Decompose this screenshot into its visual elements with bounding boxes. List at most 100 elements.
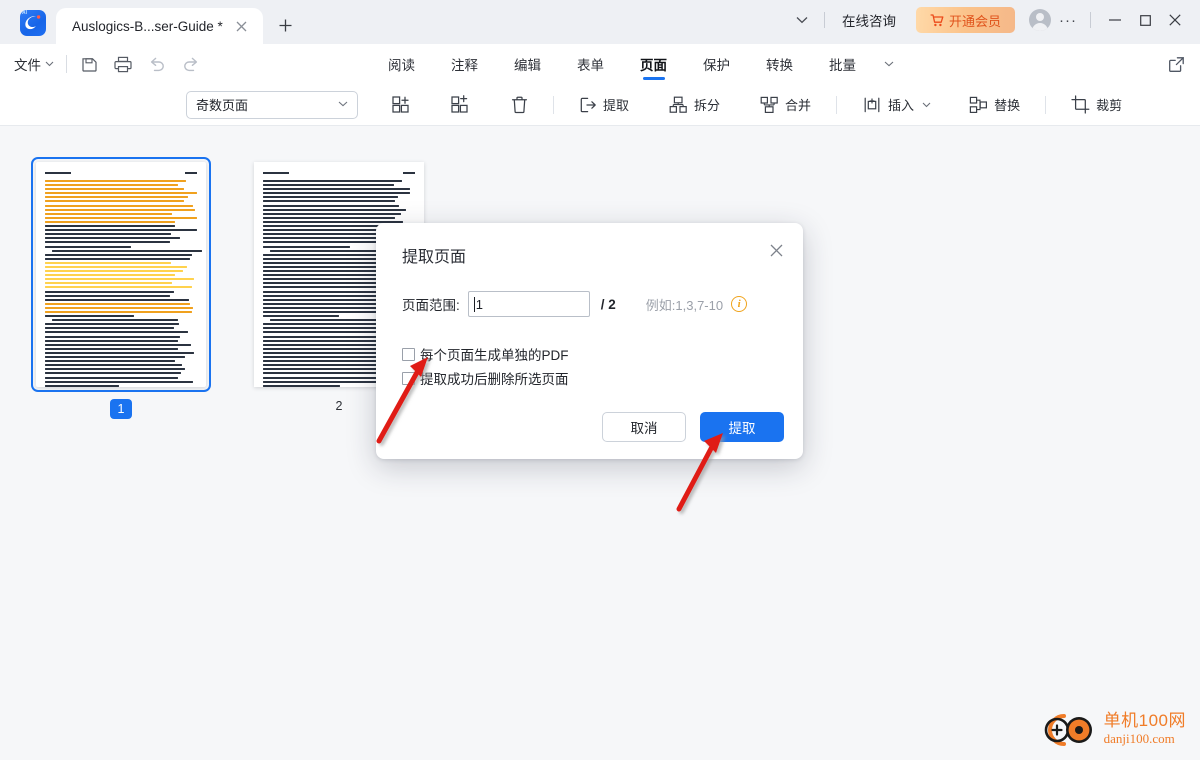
save-icon[interactable] [79,54,99,74]
chevron-down-icon[interactable] [874,44,904,84]
watermark-en: danji100.com [1103,731,1175,746]
trash-icon [511,96,528,114]
app-logo-icon: AI [20,10,46,36]
tab-strip: Auslogics-B...ser-Guide * [56,0,301,44]
ribbon-tab-5[interactable]: 保护 [685,44,748,84]
window-maximize-button[interactable] [1130,8,1160,32]
online-consult-link[interactable]: 在线咨询 [834,10,904,30]
ribbon-tab-label: 页面 [640,58,667,73]
ribbon-tab-7[interactable]: 批量 [811,44,874,84]
upgrade-vip-button[interactable]: 开通会员 [915,7,1015,33]
divider [1090,12,1091,28]
title-bar-right-controls: 在线咨询 开通会员 ··· [789,0,1200,44]
insert-button[interactable]: 插入 [853,90,940,120]
ellipsis-icon[interactable]: ··· [1055,9,1081,31]
ribbon-tab-label: 表单 [577,58,604,73]
page-content-preview [45,172,202,387]
chevron-down-icon [922,102,931,107]
page-thumbnail-image-1[interactable] [31,157,211,392]
divider [1045,95,1047,114]
split-button[interactable]: 拆分 [660,90,729,120]
insert-button-label: 插入 [888,98,915,113]
page-range-input[interactable]: 1 [467,291,590,317]
ribbon-tab-6[interactable]: 转换 [748,44,811,84]
file-menu-button[interactable]: 文件 [14,54,54,74]
page-number-label-1: 1 [36,399,206,419]
page-number-badge: 1 [110,399,132,419]
ribbon-tab-label: 保护 [703,58,730,73]
delete-after-checkbox-row[interactable]: 提取成功后删除所选页面 [402,368,569,388]
close-icon[interactable] [763,237,789,263]
chevron-down-icon[interactable] [789,7,815,33]
delete-page-button[interactable] [502,90,537,120]
file-menu-label: 文件 [14,58,41,73]
page-tools-toolbar: 奇数页面 提取 拆分 合并 插入 替换 裁剪 [0,84,1200,126]
extract-icon [579,96,597,114]
close-icon[interactable] [231,15,253,37]
logo-swoosh-icon [25,15,41,30]
cart-icon [930,13,944,26]
print-icon[interactable] [113,54,133,74]
insert-page-left-button[interactable] [382,90,419,120]
ribbon-bar: 文件 阅读 注释 编辑 表单 页面 保护 转换 批量 [0,44,1200,84]
page-range-label: 页面范围: [402,298,460,313]
extract-button[interactable]: 提取 [570,90,638,120]
chevron-down-icon [338,99,348,110]
separate-pdf-checkbox[interactable] [402,347,415,361]
avatar[interactable] [1029,9,1051,31]
divider [823,12,825,28]
undo-icon[interactable] [147,54,167,74]
page-filter-value: 奇数页面 [196,98,249,113]
divider [66,55,67,73]
merge-button[interactable]: 合并 [751,90,820,120]
ribbon-tab-label: 编辑 [514,58,541,73]
split-button-label: 拆分 [694,98,721,113]
title-bar: AI Auslogics-B...ser-Guide * 在线咨询 开通会员 ·… [0,0,1200,44]
replace-button[interactable]: 替换 [960,90,1029,120]
replace-icon [969,96,988,114]
ribbon-tab-4[interactable]: 页面 [622,44,685,84]
document-tab[interactable]: Auslogics-B...ser-Guide * [56,8,263,44]
insert-page-right-button[interactable] [441,90,478,120]
chevron-down-icon [45,61,54,67]
page-range-value: 1 [475,296,483,312]
info-icon[interactable]: i [731,296,748,312]
ribbon-tab-3[interactable]: 表单 [559,44,622,84]
text-cursor [473,296,475,312]
page-total-label: / 2 [600,296,616,312]
confirm-extract-button[interactable]: 提取 [700,412,784,442]
ribbon-tab-2[interactable]: 编辑 [496,44,559,84]
tool-buttons: 提取 拆分 合并 插入 替换 裁剪 [358,90,1131,120]
crop-button[interactable]: 裁剪 [1062,90,1131,120]
page-filter-select[interactable]: 奇数页面 [186,90,358,119]
delete-after-checkbox[interactable] [402,371,415,385]
ribbon-tab-1[interactable]: 注释 [433,44,496,84]
extract-button-label: 提取 [603,98,630,113]
page-thumbnail-1[interactable]: 1 [31,157,211,419]
divider [553,95,554,114]
upgrade-vip-label: 开通会员 [948,13,1001,29]
watermark-text: 单机100网 danji100.com [1104,712,1186,748]
new-tab-button[interactable] [271,10,301,40]
window-minimize-button[interactable] [1100,8,1130,32]
redo-icon[interactable] [181,54,201,74]
merge-button-label: 合并 [785,98,812,113]
replace-button-label: 替换 [994,98,1021,113]
merge-icon [760,96,779,114]
insert-icon [862,96,882,114]
delete-after-label: 提取成功后删除所选页面 [420,372,569,387]
separate-pdf-checkbox-row[interactable]: 每个页面生成单独的PDF [402,344,569,364]
watermark-cn: 单机100网 [1103,711,1186,731]
site-watermark: 单机100网 danji100.com [1039,710,1186,750]
quick-access-toolbar [79,54,201,74]
window-close-button[interactable] [1160,8,1190,32]
crop-icon [1071,95,1090,114]
page-range-hint: 例如:1,3,7-10 [645,297,724,313]
cancel-button[interactable]: 取消 [602,412,686,442]
crop-button-label: 裁剪 [1096,98,1123,113]
application-window: AI Auslogics-B...ser-Guide * 在线咨询 开通会员 ·… [0,0,1200,760]
separate-pdf-label: 每个页面生成单独的PDF [420,348,569,363]
external-link-icon[interactable] [1166,54,1186,74]
ribbon-tab-0[interactable]: 阅读 [370,44,433,84]
page-add-left-icon [391,95,410,114]
